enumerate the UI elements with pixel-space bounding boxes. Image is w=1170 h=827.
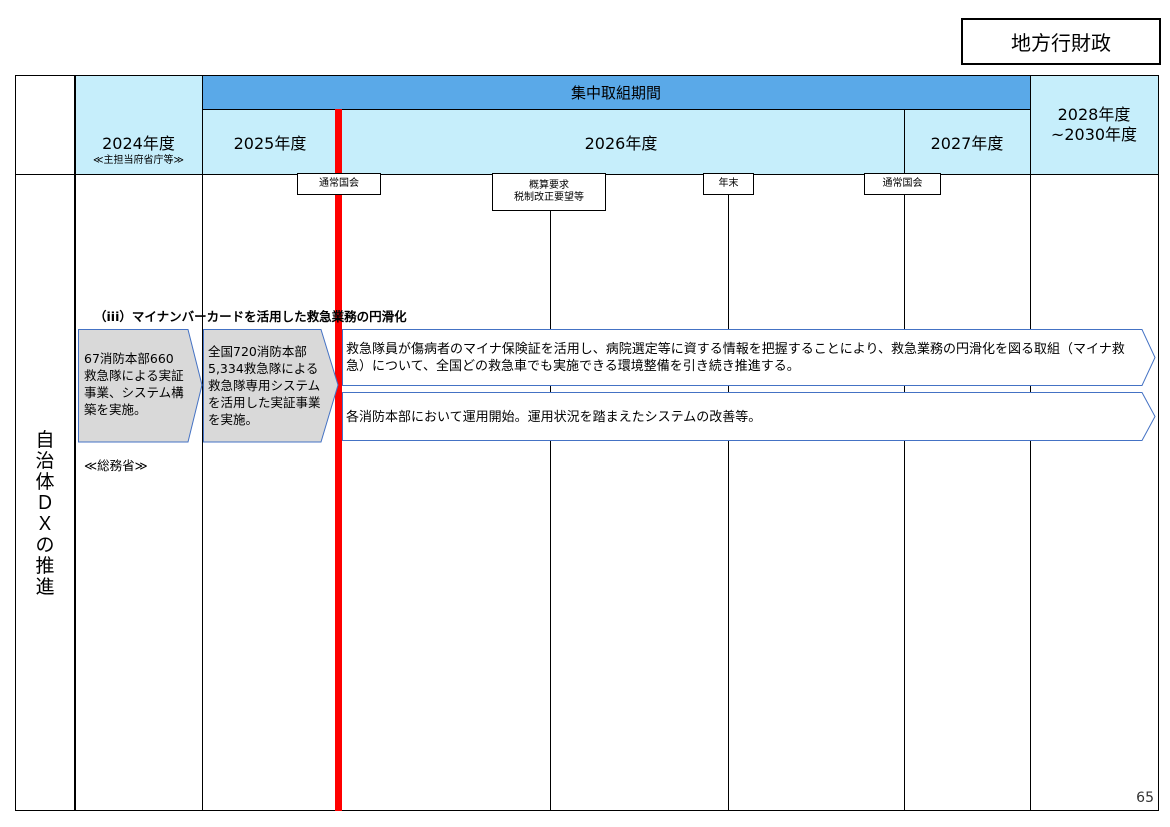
side-title: 自 治 体 Ｄ Ｘ の 推 進	[16, 430, 74, 598]
lead-ministry-label: ≪主担当府省庁等≫	[93, 155, 184, 166]
year-2030-label: ~2030年度	[1050, 125, 1138, 144]
focus-period-label: 集中取組期間	[570, 83, 661, 102]
col-divider-2027	[1030, 75, 1031, 811]
table-bottom-border	[15, 810, 1159, 811]
side-title-char: 推	[35, 555, 55, 577]
section-heading: （iii）マイナンバーカードを活用した救急業務の円滑化	[94, 309, 407, 324]
table-right-border	[1158, 75, 1159, 811]
focus-period-bar: 集中取組期間	[202, 75, 1030, 109]
col-divider-2026	[904, 109, 905, 811]
step-2025-text: 全国720消防本部5,334救急隊による救急隊専用システムを活用した実証事業を実…	[208, 344, 321, 427]
milestone-budget-line2: 税制改正要望等	[514, 192, 584, 203]
milestone-year-end: 年末	[703, 173, 754, 195]
milestone-budget-line1: 概算要求	[529, 180, 569, 191]
year-2025-label: 2025年度	[233, 134, 307, 153]
milestone-diet-2: 通常国会	[864, 173, 941, 195]
table-top-border	[15, 75, 1159, 76]
col-divider-label	[74, 75, 76, 811]
side-title-char: 進	[35, 576, 55, 598]
header-divider	[202, 109, 1030, 110]
side-title-char: 自	[35, 429, 55, 451]
plan-2-text: 各消防本部において運用開始。運用状況を踏まえたシステムの改善等。	[346, 410, 762, 425]
milestone-diet-1: 通常国会	[297, 173, 381, 195]
side-title-char: 体	[35, 471, 55, 493]
side-title-char: Ｘ	[35, 513, 55, 535]
ministry-label: ≪総務省≫	[84, 458, 148, 473]
current-time-line	[335, 109, 342, 811]
milestone-line-budget	[550, 210, 551, 810]
year-2027-label: 2027年度	[930, 134, 1004, 153]
side-title-char: 治	[35, 450, 55, 472]
milestone-budget-request: 概算要求 税制改正要望等	[492, 173, 606, 211]
side-title-char: Ｄ	[35, 492, 55, 514]
step-2024-text: 67消防本部660救急隊による実証事業、システム構築を実施。	[84, 351, 184, 417]
side-title-char: の	[35, 534, 55, 556]
milestone-line-yearend	[728, 195, 729, 810]
plan-1-text: 救急隊員が傷病者のマイナ保険証を活用し、病院選定等に資する情報を把握することによ…	[346, 342, 1125, 374]
year-2026-label: 2026年度	[584, 134, 658, 153]
category-tag: 地方行財政	[961, 18, 1161, 65]
page-number: 65	[1136, 790, 1154, 806]
col-divider-2024	[202, 75, 203, 811]
